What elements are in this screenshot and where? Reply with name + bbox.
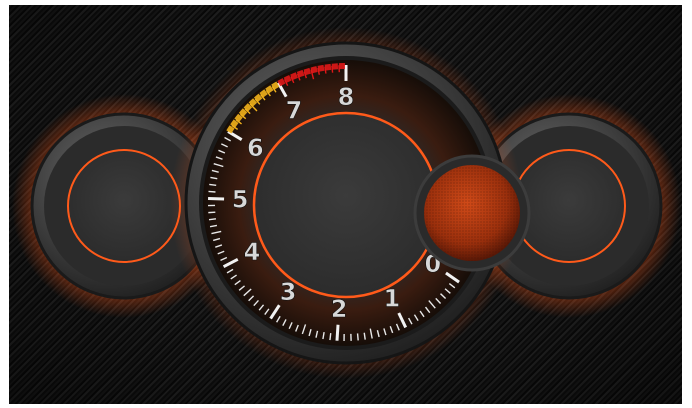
tach-redline-segment	[248, 98, 258, 107]
tach-minor-tick	[209, 183, 217, 187]
tach-redline-segment	[226, 125, 235, 134]
tach-center-display	[252, 111, 440, 299]
tach-redline-segment	[238, 108, 248, 117]
tach-redline-segment	[324, 63, 332, 71]
tach-minor-tick	[208, 218, 217, 221]
tach-minor-tick	[356, 333, 359, 341]
tach-scale-label-6: 6	[247, 134, 264, 162]
tach-scale-label-5: 5	[232, 186, 249, 214]
cluster-svg: 01234567 8	[12, 27, 681, 379]
tach-major-tick	[208, 196, 225, 201]
tach-redline-segment	[243, 103, 253, 112]
tach-minor-tick	[329, 333, 332, 341]
tach-redline-segment	[271, 81, 280, 90]
tach-minor-tick	[363, 332, 366, 340]
tach-scale-label-7: 7	[286, 97, 303, 125]
tach-minor-tick	[208, 190, 216, 193]
orange-indicator-disc	[413, 154, 531, 272]
tach-redline-segment	[265, 85, 274, 94]
tach-redline-segment	[230, 119, 239, 128]
tach-redline-segment	[317, 64, 325, 72]
tach-redline-segment	[259, 89, 268, 98]
tach-redline-segment	[253, 93, 263, 103]
dashboard-cluster: 012345678	[9, 5, 682, 404]
tach-redline-segment	[283, 75, 292, 84]
tach-scale-label-8: 8	[338, 83, 355, 111]
tach-redline-segment	[296, 69, 305, 78]
tach-major-tick	[335, 324, 340, 341]
tach-redline-segment	[310, 66, 318, 74]
tach-redline-segment	[277, 78, 286, 87]
tachometer: 01234567 8	[170, 27, 531, 379]
tach-scale-label-4: 4	[244, 238, 261, 266]
tach-scale-label-2: 2	[331, 295, 348, 323]
tach-redline-segment	[234, 113, 243, 123]
tach-redline-segment	[303, 67, 312, 76]
tach-redline-segment	[290, 72, 298, 81]
